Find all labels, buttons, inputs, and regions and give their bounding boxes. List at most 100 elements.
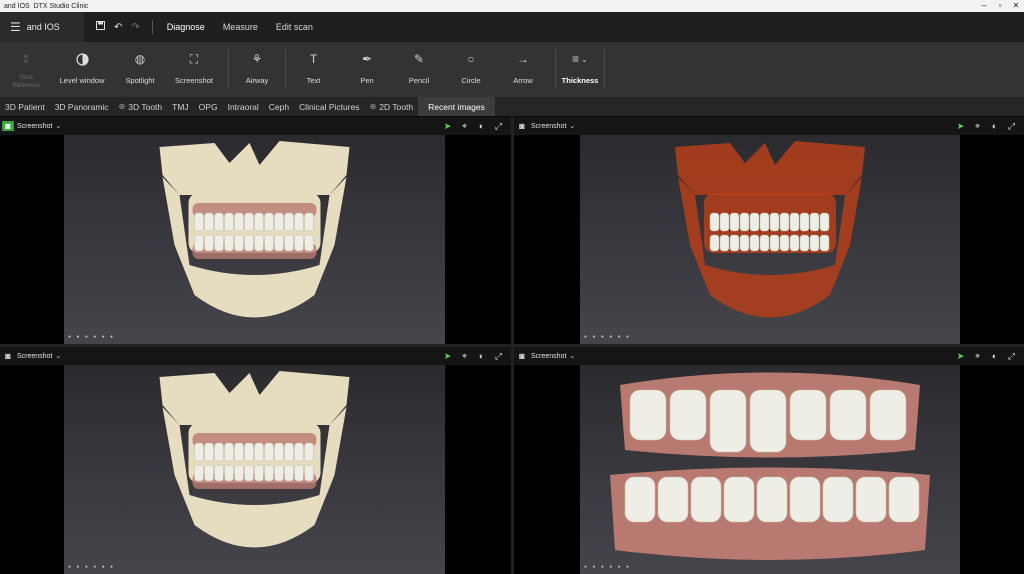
tab-label: TMJ [172, 101, 189, 112]
maximize-icon[interactable]: ⤢ [494, 351, 503, 362]
slice-thickness-label: Slice thickness [12, 74, 40, 89]
menubar: ☰ and IOS ↶ ↷ Diagnose Measure Edit scan [0, 12, 1024, 42]
window-titlebar: and IOS DTX Studio Clinic – ▫ ✕ [0, 0, 1024, 12]
render-canvas[interactable]: ● ● ● ● ● ● [64, 135, 445, 344]
camera-icon[interactable]: ◙ [2, 351, 14, 361]
viewport-header: ◙ Screenshot ⌄ ➤ ⌖ ◐ ⤢ [0, 117, 511, 135]
viewport-top-left[interactable]: ◙ Screenshot ⌄ ➤ ⌖ ◐ ⤢ ● ● ● ● ● ● [0, 117, 511, 344]
maximize-icon[interactable]: ⤢ [494, 121, 503, 132]
skull-maxilla [159, 371, 350, 425]
view-tabs: 3D Patient 3D Panoramic ⊕ 3D Tooth TMJ OP… [0, 97, 1024, 116]
tab-label: 3D Panoramic [54, 101, 109, 112]
chevron-down-icon[interactable]: ⌄ [55, 122, 61, 130]
circle-button[interactable]: ○ Circle [445, 42, 497, 97]
tab-diagnose[interactable]: Diagnose [167, 22, 205, 32]
plus-circle-icon: ⊕ [369, 102, 377, 111]
toolbar-divider [604, 49, 605, 89]
contrast-icon[interactable]: ◐ [477, 351, 486, 361]
tab-label: 3D Patient [5, 101, 45, 112]
slice-thickness-button[interactable]: ⇕ Slice thickness [0, 42, 52, 97]
chevron-down-icon: ⌄ [581, 54, 588, 64]
tab-recent-images[interactable]: Recent images [418, 97, 495, 116]
tab-tmj[interactable]: TMJ [167, 97, 194, 116]
tab-intraoral[interactable]: Intraoral [223, 97, 264, 116]
level-window-icon [75, 50, 89, 68]
tab-3d-tooth[interactable]: ⊕ 3D Tooth [114, 97, 168, 116]
viewport-bottom-left[interactable]: ◙ Screenshot ⌄ ➤ ⌖ ◐ ⤢ ● ● ● ● ● ● [0, 347, 511, 574]
pen-icon: ✒ [361, 52, 373, 66]
skull-maxilla [159, 141, 350, 195]
fit-view-icon[interactable]: ⌖ [973, 351, 982, 362]
text-icon: T [309, 52, 318, 66]
screenshot-dropdown[interactable]: Screenshot [17, 353, 52, 360]
tab-clinical-pictures[interactable]: Clinical Pictures [294, 97, 364, 116]
bone-render [159, 371, 350, 548]
undo-icon[interactable]: ↶ [114, 22, 122, 33]
screenshot-dropdown[interactable]: Screenshot [17, 123, 52, 130]
pointer-icon[interactable]: ➤ [443, 351, 452, 362]
text-button[interactable]: T Text [286, 42, 341, 97]
redo-icon[interactable]: ↷ [131, 22, 139, 33]
tab-3d-panoramic[interactable]: 3D Panoramic [50, 97, 114, 116]
pencil-button[interactable]: ✎ Pencil [393, 42, 445, 97]
contrast-icon[interactable]: ◐ [477, 121, 486, 131]
fit-view-icon[interactable]: ⌖ [460, 351, 469, 362]
thickness-dropdown[interactable]: ≡ ⌄ Thickness [556, 42, 604, 97]
tab-label: Ceph [268, 101, 290, 112]
level-window-button[interactable]: Level window [52, 42, 112, 97]
minimize-button[interactable]: – [976, 0, 992, 12]
viewport-bottom-right[interactable]: ◙ Screenshot ⌄ ➤ ⌖ ◐ ⤢ ● ● ● ● ● ● [514, 347, 1024, 574]
tab-label: Clinical Pictures [299, 101, 360, 112]
viewport-top-right[interactable]: ◙ Screenshot ⌄ ➤ ⌖ ◐ ⤢ ● ● ● ● ● ● [514, 117, 1024, 344]
camera-icon[interactable]: ◙ [2, 121, 14, 131]
camera-icon[interactable]: ◙ [516, 351, 528, 361]
pointer-icon[interactable]: ➤ [443, 121, 452, 132]
tab-ceph[interactable]: Ceph [264, 97, 294, 116]
view-controls[interactable]: ● ● ● ● ● ● [584, 334, 631, 340]
tab-label: Recent images [428, 101, 485, 112]
pointer-icon[interactable]: ➤ [956, 121, 965, 132]
camera-icon[interactable]: ◙ [516, 121, 528, 131]
close-button[interactable]: ✕ [1008, 0, 1024, 12]
circle-label: Circle [461, 76, 481, 85]
pen-button[interactable]: ✒ Pen [341, 42, 393, 97]
render-canvas[interactable]: ● ● ● ● ● ● [580, 365, 960, 574]
tab-measure[interactable]: Measure [223, 22, 258, 32]
maximize-icon[interactable]: ⤢ [1007, 351, 1016, 362]
pencil-label: Pencil [408, 76, 430, 85]
thickness-icon: ≡ ⌄ [572, 52, 588, 66]
view-controls[interactable]: ● ● ● ● ● ● [68, 334, 115, 340]
render-canvas[interactable]: ● ● ● ● ● ● [64, 365, 445, 574]
tab-opg[interactable]: OPG [194, 97, 223, 116]
viewport-splitter[interactable] [0, 344, 1024, 347]
airway-label: Airway [245, 76, 269, 85]
maximize-icon[interactable]: ⤢ [1007, 121, 1016, 132]
fit-view-icon[interactable]: ⌖ [460, 121, 469, 132]
chevron-down-icon[interactable]: ⌄ [55, 352, 61, 360]
arrow-button[interactable]: → Arrow [497, 42, 549, 97]
screenshot-dropdown[interactable]: Screenshot [531, 353, 566, 360]
soft-tissue-render [675, 141, 865, 318]
tab-3d-patient[interactable]: 3D Patient [0, 97, 50, 116]
screenshot-button[interactable]: ⛶ Screenshot [168, 42, 220, 97]
pointer-icon[interactable]: ➤ [956, 351, 965, 362]
tab-edit-scan[interactable]: Edit scan [276, 22, 313, 32]
contrast-icon[interactable]: ◐ [990, 351, 999, 361]
tab-2d-tooth[interactable]: ⊕ 2D Tooth [365, 97, 419, 116]
chevron-down-icon[interactable]: ⌄ [569, 352, 575, 360]
mode-tabs: Diagnose Measure Edit scan [167, 22, 313, 32]
render-canvas[interactable]: ● ● ● ● ● ● [580, 135, 960, 344]
restore-button[interactable]: ▫ [992, 0, 1008, 12]
project-name: and IOS [26, 22, 60, 32]
screenshot-dropdown[interactable]: Screenshot [531, 123, 566, 130]
save-icon[interactable] [96, 21, 105, 33]
main-menu-button[interactable]: ☰ and IOS [0, 12, 84, 42]
contrast-icon[interactable]: ◐ [990, 121, 999, 131]
view-controls[interactable]: ● ● ● ● ● ● [68, 564, 115, 570]
spotlight-button[interactable]: ◍ Spotlight [112, 42, 168, 97]
view-controls[interactable]: ● ● ● ● ● ● [584, 564, 631, 570]
airway-button[interactable]: ⚘ Airway [229, 42, 285, 97]
chevron-down-icon[interactable]: ⌄ [569, 122, 575, 130]
slice-thickness-icon: ⇕ [20, 52, 32, 66]
fit-view-icon[interactable]: ⌖ [973, 121, 982, 132]
